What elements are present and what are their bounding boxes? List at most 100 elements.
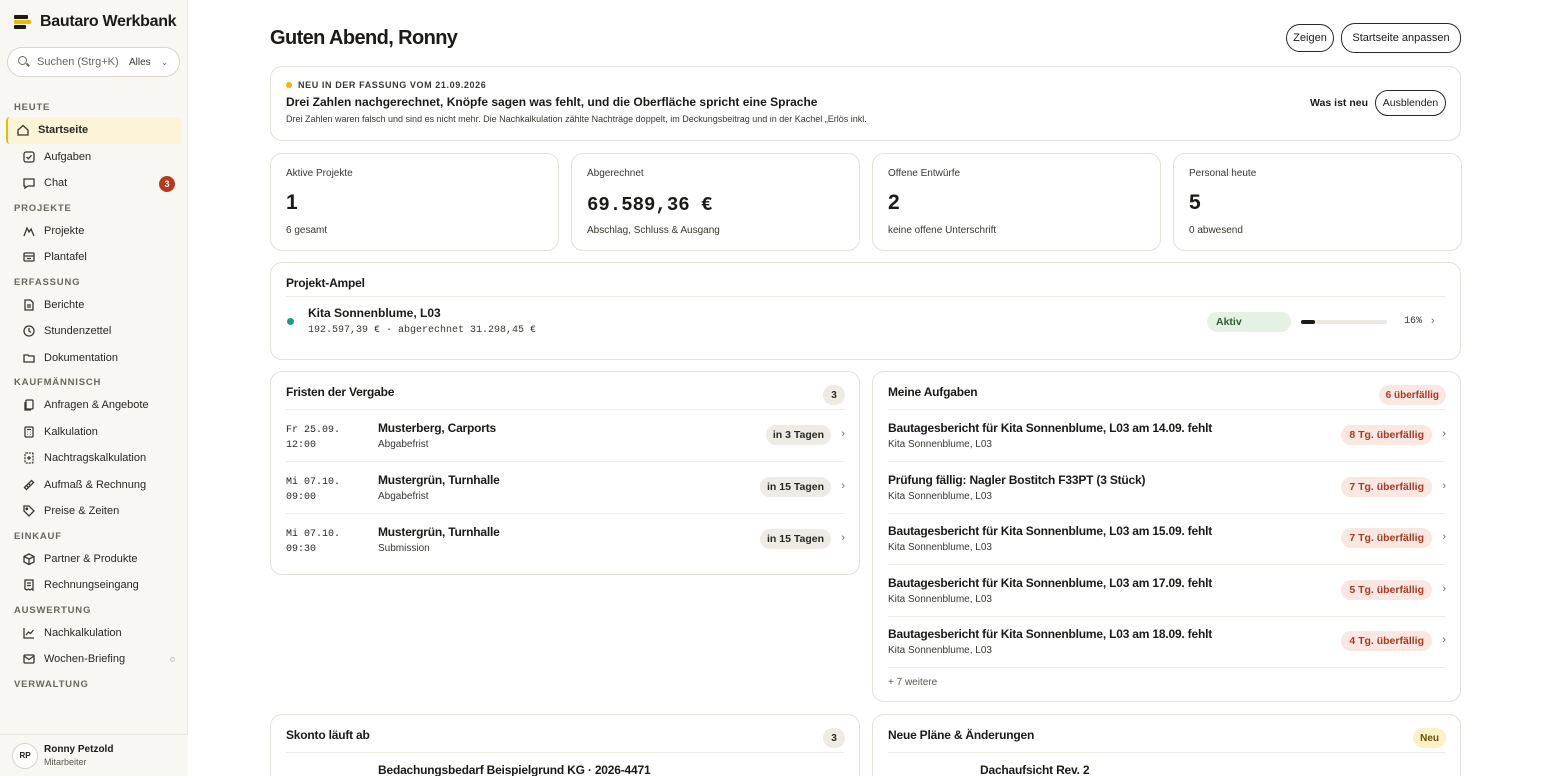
plans-card: Neue Pläne & Änderungen Neu Dachaufsicht… <box>872 714 1461 776</box>
chevron-right-icon[interactable]: › <box>841 428 845 440</box>
task-project: Kita Sonnenblume, L03 <box>888 439 992 450</box>
deadline-time: 09:30 <box>286 544 317 555</box>
avatar: RP <box>12 742 38 769</box>
sidebar-item-stundenzettel[interactable]: Stundenzettel <box>6 318 181 345</box>
logo-icon <box>14 15 31 29</box>
project-ampel-card: Projekt-Ampel Kita Sonnenblume, L03 192.… <box>270 262 1461 360</box>
ampel-project-name: Kita Sonnenblume, L03 <box>308 306 441 320</box>
document-icon <box>22 298 36 312</box>
sidebar-item-projekte[interactable]: Projekte <box>6 218 181 245</box>
chevron-right-icon[interactable]: › <box>1442 583 1446 595</box>
deadline-date: Mi 07.10. 09:30 <box>286 527 356 557</box>
calculator-icon <box>22 425 36 439</box>
chevron-down-icon[interactable]: ⌄ <box>161 57 169 68</box>
sidebar-item-wochen-briefing[interactable]: Wochen-Briefing <box>6 646 181 673</box>
home-icon <box>16 123 30 137</box>
sidebar-item-nachkalkulation[interactable]: Nachkalkulation <box>6 620 181 647</box>
sidebar-item-label: Preise & Zeiten <box>44 505 120 518</box>
calculator-plus-icon <box>22 451 36 465</box>
tasks-title: Meine Aufgaben <box>888 385 978 399</box>
clock-icon <box>22 324 36 338</box>
sidebar-item-label: Berichte <box>44 298 85 311</box>
sidebar-item-kalkulation[interactable]: Kalkulation <box>6 419 181 446</box>
sidebar-section-label: HEUTE <box>14 102 51 113</box>
kpi-sub: Abschlag, Schluss & Ausgang <box>587 225 720 236</box>
chevron-right-icon[interactable]: › <box>841 480 845 492</box>
kpi-card: Abgerechnet 69.589,36 € Abschlag, Schluss … <box>571 153 860 251</box>
kpi-sub: keine offene Unterschrift <box>888 225 997 236</box>
unread-count-badge: 3 <box>159 176 175 192</box>
news-card: NEU IN DER FASSUNG VOM 21.09.2026 Drei Z… <box>270 66 1461 141</box>
search-input[interactable] <box>37 56 125 68</box>
search-scope[interactable]: Alles <box>129 57 151 68</box>
deadline-row[interactable]: Mi 07.10. 09:30 Mustergrün, Turnhalle Submi… <box>271 514 859 566</box>
overdue-badge: 5 Tg. überfällig <box>1341 579 1432 600</box>
sidebar-item-label: Aufmaß & Rechnung <box>44 478 147 491</box>
chevron-right-icon[interactable]: › <box>1442 480 1446 492</box>
sidebar-item-aufgaben[interactable]: Aufgaben <box>6 144 181 171</box>
news-dot-icon <box>286 82 292 88</box>
chevron-right-icon[interactable]: › <box>1442 428 1446 440</box>
sidebar-item-partner-und-produkte[interactable]: Partner & Produkte <box>6 546 181 573</box>
kpi-value: 1 <box>286 191 298 214</box>
deadline-row[interactable]: Mi 07.10. 09:00 Mustergrün, Turnhalle Abgab… <box>271 462 859 514</box>
customize-start-button[interactable]: Startseite anpassen <box>1341 23 1461 53</box>
sidebar-section-label: AUSWERTUNG <box>14 604 92 616</box>
tasks-card: Meine Aufgaben 6 überfällig Bautagesberi… <box>872 371 1461 702</box>
sidebar-item-preise-und-zeiten[interactable]: Preise & Zeiten <box>6 498 181 525</box>
overdue-badge: 7 Tg. überfällig <box>1341 528 1432 548</box>
sidebar-item-berichte[interactable]: Berichte <box>6 292 181 319</box>
sidebar-item-aufmaß-und-rechnung[interactable]: Aufmaß & Rechnung <box>6 472 181 499</box>
deadline-type: Abgabefrist <box>378 439 429 450</box>
progress-percent: 16% <box>1404 316 1423 327</box>
plans-row-name[interactable]: Dachaufsicht Rev. 2 <box>980 763 1090 776</box>
kpi-label: Abgerechnet <box>587 168 644 179</box>
sidebar-item-startseite[interactable]: Startseite <box>6 117 181 144</box>
overdue-badge: 8 Tg. überfällig <box>1341 425 1432 445</box>
task-row[interactable]: Bautagesbericht für Kita Sonnenblume, L0… <box>873 616 1460 668</box>
sidebar-section-label: ERFASSUNG <box>14 276 81 288</box>
news-tag-text: NEU IN DER FASSUNG VOM 21.09.2026 <box>298 80 487 90</box>
chart-line-icon <box>22 626 36 640</box>
task-row[interactable]: Bautagesbericht für Kita Sonnenblume, L0… <box>873 513 1460 565</box>
overdue-badge: 7 Tg. überfällig <box>1341 476 1432 497</box>
chevron-right-icon[interactable]: › <box>1442 531 1446 543</box>
search-icon <box>18 56 30 68</box>
whats-new-link[interactable]: Was ist neu <box>1310 97 1368 109</box>
task-row[interactable]: Prüfung fällig: Nagler Bostitch F33PT (3… <box>873 462 1460 514</box>
deadline-date: Mi 07.10. 09:00 <box>286 475 356 505</box>
logo[interactable]: Bautaro Werkbank <box>14 13 177 31</box>
more-tasks-link[interactable]: + 7 weitere <box>888 677 937 688</box>
divider <box>286 296 1445 297</box>
user-role: Mitarbeiter <box>44 757 87 767</box>
chevron-right-icon[interactable]: › <box>841 532 845 544</box>
search-box[interactable]: Alles ⌄ <box>7 47 180 77</box>
task-row[interactable]: Bautagesbericht für Kita Sonnenblume, L0… <box>873 565 1460 617</box>
task-row[interactable]: Bautagesbericht für Kita Sonnenblume, L0… <box>873 410 1460 462</box>
deadline-day: Mi 07.10. <box>286 477 341 488</box>
kpi-value: 5 <box>1189 191 1201 214</box>
plans-title: Neue Pläne & Änderungen <box>888 728 1035 742</box>
sidebar-item-anfragen-und-angebote[interactable]: Anfragen & Angebote <box>6 392 181 419</box>
sidebar-item-label: Wochen-Briefing <box>44 653 126 666</box>
mail-icon <box>22 652 36 666</box>
tag-icon <box>22 504 36 518</box>
chevron-right-icon[interactable]: › <box>1431 315 1435 327</box>
sidebar-item-chat[interactable]: Chat 3 <box>6 170 181 197</box>
sidebar-item-label: Nachkalkulation <box>44 626 122 639</box>
skonto-row-name[interactable]: Bedachungsbedarf Beispielgrund KG · 2026… <box>378 763 651 776</box>
sidebar-section-label: PROJEKTE <box>14 202 72 214</box>
deadline-row[interactable]: Fr 25.09. 12:00 Musterberg, Carports Abgabe… <box>271 410 859 462</box>
sidebar-item-dokumentation[interactable]: Dokumentation <box>6 345 181 372</box>
sidebar-item-rechnungseingang[interactable]: Rechnungseingang <box>6 572 181 599</box>
hide-news-button[interactable]: Ausblenden <box>1375 90 1446 116</box>
chevron-right-icon[interactable]: › <box>1442 634 1446 646</box>
user-profile[interactable]: RP Ronny Petzold Mitarbeiter <box>0 734 188 776</box>
status-dot-icon <box>170 657 175 662</box>
receipt-icon <box>22 578 36 592</box>
sidebar-item-plantafel[interactable]: Plantafel <box>6 244 181 271</box>
show-button[interactable]: Zeigen <box>1286 24 1334 52</box>
sidebar-item-nachtragskalkulation[interactable]: Nachtragskalkulation <box>6 445 181 472</box>
ampel-title: Projekt-Ampel <box>286 276 365 290</box>
kpi-value: 2 <box>888 191 900 214</box>
